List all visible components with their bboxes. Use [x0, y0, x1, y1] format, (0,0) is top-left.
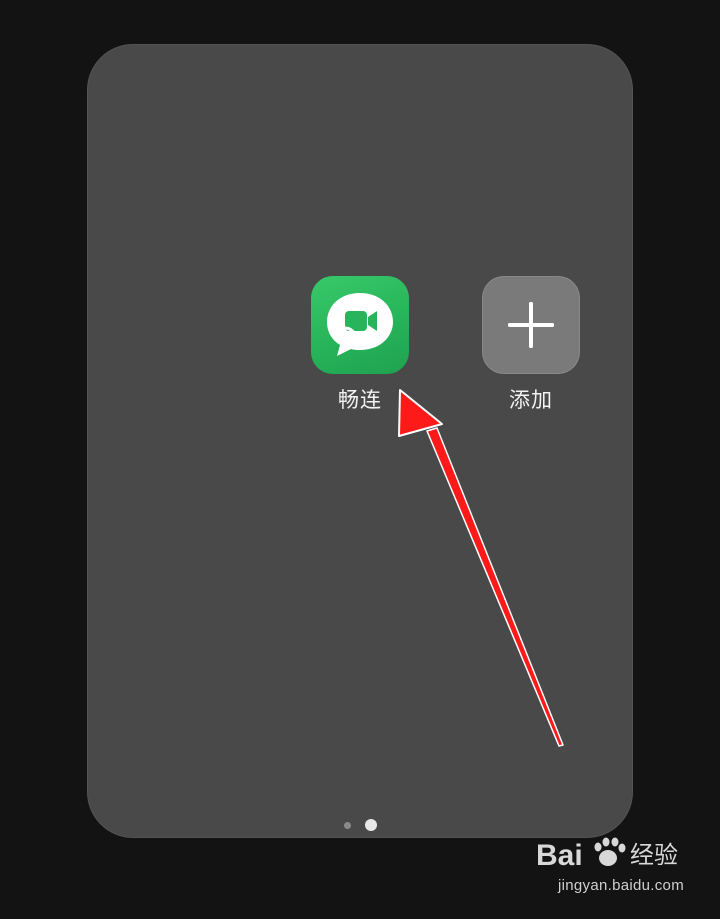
app-label-changlian: 畅连	[338, 388, 382, 412]
app-tile-changlian[interactable]: 畅连	[310, 276, 410, 412]
changlian-app-icon[interactable]	[311, 276, 409, 374]
add-app-button[interactable]	[482, 276, 580, 374]
watermark-url: jingyan.baidu.com	[557, 877, 684, 894]
app-tile-add[interactable]: 添加	[481, 276, 581, 412]
plus-icon	[508, 302, 554, 348]
app-label-add: 添加	[509, 388, 553, 412]
chat-bubble-video-icon	[327, 293, 393, 356]
app-folder-panel	[87, 44, 633, 838]
wm-logo-suffix: 经验	[630, 841, 678, 869]
paw-icon	[594, 837, 626, 866]
baidu-jingyan-watermark: Bai 经验 jingyan.baidu.com	[536, 831, 686, 901]
page-dot-2-active[interactable]	[365, 819, 377, 831]
screen: 畅连 添加 Bai 经验 jingyan.baidu.com	[0, 0, 720, 919]
baidu-paw-logo-icon: Bai 经验	[536, 837, 678, 872]
page-dot-1[interactable]	[344, 822, 351, 829]
wm-logo-prefix: Bai	[536, 839, 583, 872]
page-indicator[interactable]	[338, 818, 388, 834]
